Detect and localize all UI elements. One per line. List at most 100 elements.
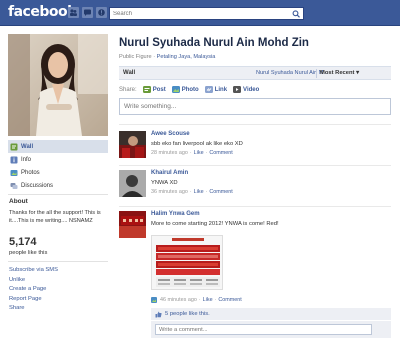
meta-separator: · [205, 150, 208, 156]
sidebar-item-label: Wall [21, 143, 34, 150]
wall-label: Wall [123, 70, 136, 76]
likes-label: people like this [9, 250, 48, 256]
post-author[interactable]: Awee Scouse [151, 131, 391, 138]
post-time[interactable]: 46 minutes ago [160, 297, 197, 303]
meta-separator: · [214, 297, 217, 303]
post-likes-box: 5 people like this. [151, 308, 391, 320]
post-meta: 46 minutes ago · Like · Comment [151, 297, 242, 303]
search-input[interactable] [110, 8, 285, 19]
sidebar-nav: Wall Info Photos Discussions [8, 140, 108, 192]
wall-icon [10, 143, 18, 151]
sidebar-item-info[interactable]: Info [8, 153, 108, 166]
post-time[interactable]: 36 minutes ago [151, 189, 188, 195]
top-bar: facebook [0, 0, 400, 26]
share-photo-button[interactable]: Photo [171, 86, 199, 93]
wall-filter[interactable]: Nurul Syuhada Nurul Ain M... [256, 70, 328, 76]
page-subtitle: Public Figure · Petaling Jaya, Malaysia [119, 54, 215, 60]
info-icon [10, 156, 18, 164]
post-meta: 28 minutes ago · Like · Comment [151, 150, 391, 156]
messages-icon[interactable] [82, 7, 93, 18]
share-bar: Share: Post Photo Link Video [119, 86, 265, 93]
divider [119, 124, 391, 125]
unlike-link[interactable]: Unlike [9, 276, 58, 286]
comment-link[interactable]: Comment [209, 150, 232, 156]
wall-header: Wall Nurul Syuhada Nurul Ain M... Most R… [119, 66, 391, 80]
video-icon [233, 86, 242, 93]
comment-link[interactable]: Comment [209, 189, 232, 195]
photo-icon [171, 86, 180, 93]
about-title: About [9, 198, 28, 205]
post-text: YNWA XD [151, 180, 178, 186]
avatar[interactable] [119, 170, 146, 197]
thumbs-up-icon [155, 311, 162, 317]
side-links: Subscribe via SMS Unlike Create a Page R… [9, 266, 58, 314]
share-link-label: Link [214, 86, 228, 93]
page-category: Public Figure [119, 54, 152, 60]
photos-icon [151, 297, 157, 303]
discussions-icon [10, 182, 18, 190]
subscribe-sms-link[interactable]: Subscribe via SMS [9, 266, 58, 276]
page-location[interactable]: Petaling Jaya, Malaysia [157, 54, 216, 60]
write-something-input[interactable] [120, 99, 380, 114]
sort-label: Most Recent [320, 70, 355, 76]
divider [119, 206, 391, 207]
post-meta: 36 minutes ago · Like · Comment [151, 189, 391, 195]
meta-separator: · [189, 150, 192, 156]
avatar[interactable] [119, 211, 146, 238]
sidebar-item-wall[interactable]: Wall [8, 140, 108, 153]
sidebar-item-label: Photos [21, 169, 40, 176]
share-link-button[interactable]: Link [204, 86, 228, 93]
like-link[interactable]: Like [194, 189, 204, 195]
people-like-this-link[interactable]: 5 people like this. [165, 311, 210, 317]
post-body: Halim Ynwa Gem More to come starting 201… [151, 211, 391, 228]
post-body: Khairul Amin YNWA XD 36 minutes ago · Li… [151, 170, 391, 195]
share-post-button[interactable]: Post [142, 86, 166, 93]
sidebar-item-discussions[interactable]: Discussions [8, 179, 108, 192]
post-time[interactable]: 28 minutes ago [151, 150, 188, 156]
create-page-link[interactable]: Create a Page [9, 285, 58, 295]
link-icon [204, 86, 213, 93]
post-author[interactable]: Khairul Amin [151, 170, 391, 177]
sidebar-item-photos[interactable]: Photos [8, 166, 108, 179]
wall-post: Awee Scouse sbb eko fan liverpool ak lik… [119, 131, 391, 161]
friend-requests-icon[interactable] [68, 7, 79, 18]
jewel-icons [68, 7, 107, 18]
search-icon[interactable] [292, 10, 301, 18]
share-label: Share: [119, 86, 137, 93]
write-comment-input[interactable] [155, 324, 372, 335]
sidebar-item-label: Discussions [21, 182, 54, 189]
profile-picture[interactable] [8, 34, 108, 136]
divider [316, 69, 317, 78]
divider [8, 194, 108, 195]
post-body: Awee Scouse sbb eko fan liverpool ak lik… [151, 131, 391, 156]
comment-box [151, 321, 391, 338]
avatar[interactable] [119, 131, 146, 158]
share-photo-label: Photo [181, 86, 199, 93]
meta-separator: · [189, 189, 192, 195]
divider [119, 165, 391, 166]
share-link[interactable]: Share [9, 304, 58, 314]
report-page-link[interactable]: Report Page [9, 295, 58, 305]
share-video-label: Video [243, 86, 260, 93]
photos-icon [10, 169, 18, 177]
sort-dropdown[interactable]: Most Recent ▾ [320, 70, 359, 76]
share-video-button[interactable]: Video [233, 86, 259, 93]
comment-link[interactable]: Comment [218, 297, 241, 303]
divider [8, 261, 108, 262]
search-box [109, 7, 304, 20]
composer [119, 98, 391, 115]
likes-count: 5,174 [9, 236, 37, 248]
sidebar-item-label: Info [21, 156, 32, 163]
notifications-icon[interactable] [96, 7, 107, 18]
wall-post: Khairul Amin YNWA XD 36 minutes ago · Li… [119, 170, 391, 200]
post-icon [142, 86, 151, 93]
post-text: More to come starting 2012! YNWA is come… [151, 221, 279, 227]
like-link[interactable]: Like [203, 297, 213, 303]
like-link[interactable]: Like [194, 150, 204, 156]
meta-separator: · [198, 297, 201, 303]
facebook-logo[interactable]: facebook [8, 4, 76, 20]
post-author[interactable]: Halim Ynwa Gem [151, 211, 391, 218]
meta-separator: · [205, 189, 208, 195]
share-post-label: Post [152, 86, 166, 93]
attached-photo[interactable] [151, 235, 223, 290]
